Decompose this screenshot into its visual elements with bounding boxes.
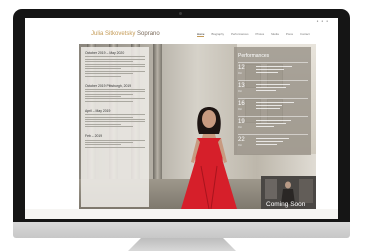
event-text-line bbox=[85, 61, 133, 63]
event-text-line bbox=[85, 91, 145, 93]
event-title: October 2019 – May 2020 bbox=[85, 51, 125, 55]
site-header: ● ● ● Julia Sitkovetsky Soprano Home Bio… bbox=[25, 18, 338, 44]
performance-month: Oct bbox=[238, 71, 242, 75]
performance-text-line bbox=[256, 144, 277, 145]
site-title[interactable]: Julia Sitkovetsky Soprano bbox=[91, 31, 160, 37]
performance-day: 16 bbox=[238, 101, 245, 107]
performance-text-line bbox=[256, 72, 278, 73]
performance-text-line bbox=[256, 87, 286, 88]
event-text-line bbox=[85, 56, 145, 58]
email-icon[interactable]: ● bbox=[326, 20, 328, 23]
event-text-line bbox=[85, 88, 145, 90]
site-title-role: Soprano bbox=[137, 31, 160, 37]
event-text-line bbox=[85, 98, 145, 100]
performance-month: Oct bbox=[238, 107, 242, 111]
nav-contact[interactable]: Contact bbox=[300, 32, 310, 37]
singer-portrait bbox=[181, 107, 237, 209]
performance-text-line bbox=[256, 66, 292, 67]
social-icons: ● ● ● bbox=[317, 20, 328, 23]
nav-performances[interactable]: Performances bbox=[231, 32, 248, 37]
performance-month: Oct bbox=[238, 89, 242, 93]
camera-dot bbox=[179, 12, 182, 15]
performance-item[interactable]: 12 Oct bbox=[238, 62, 308, 77]
performance-item[interactable]: 22 Oct bbox=[238, 134, 308, 149]
event-text-line bbox=[85, 58, 145, 60]
performances-panel: Performances 12 Oct 13 Oct 16 Oct 19 Oct bbox=[234, 47, 311, 155]
twitter-icon[interactable]: ● bbox=[321, 20, 323, 23]
event-text-line bbox=[85, 139, 145, 141]
performance-month: Oct bbox=[238, 143, 242, 147]
performance-day: 22 bbox=[238, 137, 245, 143]
performance-item[interactable]: 16 Oct bbox=[238, 98, 308, 113]
event-item[interactable]: April – May 2019 bbox=[85, 108, 145, 128]
performance-text-line bbox=[256, 84, 290, 85]
performance-text-line bbox=[256, 69, 284, 70]
performance-text-line bbox=[256, 138, 289, 139]
performance-day: 12 bbox=[238, 65, 245, 71]
nav-biography[interactable]: Biography bbox=[211, 32, 224, 37]
coming-soon-label: Coming Soon bbox=[266, 201, 306, 208]
event-text-line bbox=[85, 144, 121, 146]
event-item[interactable]: October 2019 Pittsburgh, 2019 bbox=[85, 84, 145, 102]
event-text-line bbox=[85, 146, 145, 148]
event-text-line bbox=[85, 96, 121, 98]
performance-text-line bbox=[256, 126, 274, 127]
events-panel: October 2019 – May 2020 October 2019 Pit… bbox=[81, 47, 149, 207]
performance-item[interactable]: 19 Oct bbox=[238, 116, 308, 131]
event-text-line bbox=[85, 93, 133, 95]
event-item[interactable]: Feb – 2019 bbox=[85, 134, 145, 148]
performance-text-line bbox=[256, 102, 294, 103]
event-text-line bbox=[85, 126, 133, 128]
nav-media[interactable]: Media bbox=[271, 32, 279, 37]
event-text-line bbox=[85, 121, 145, 123]
performance-month: Oct bbox=[238, 125, 242, 129]
performance-text-line bbox=[256, 123, 286, 124]
performance-text-line bbox=[256, 105, 282, 106]
event-item[interactable]: October 2019 – May 2020 bbox=[85, 51, 145, 77]
event-text-line bbox=[85, 123, 121, 125]
website-screen: ● ● ● Julia Sitkovetsky Soprano Home Bio… bbox=[25, 18, 338, 219]
event-text-line bbox=[85, 73, 133, 75]
event-text-line bbox=[85, 75, 121, 77]
event-title: April – May 2019 bbox=[85, 108, 111, 113]
monitor-stand bbox=[128, 238, 236, 251]
performance-text-line bbox=[256, 90, 276, 91]
event-text-line bbox=[85, 114, 145, 116]
coming-soon-tile[interactable]: Coming Soon bbox=[261, 176, 316, 209]
event-text-line bbox=[85, 65, 145, 67]
event-text-line bbox=[85, 141, 133, 143]
event-text-line bbox=[85, 70, 145, 72]
monitor-chin bbox=[13, 222, 350, 238]
event-text-line bbox=[85, 100, 133, 102]
nav-photos[interactable]: Photos bbox=[256, 32, 265, 37]
site-footer bbox=[25, 209, 338, 219]
performance-text-line bbox=[256, 108, 280, 109]
performance-day: 13 bbox=[238, 83, 245, 89]
nav-home[interactable]: Home bbox=[197, 32, 205, 37]
event-title: October 2019 Pittsburgh, 2019 bbox=[85, 83, 132, 88]
performances-heading: Performances bbox=[238, 53, 270, 59]
event-text-line bbox=[85, 63, 145, 65]
event-text-line bbox=[85, 119, 145, 121]
event-text-line bbox=[85, 68, 121, 70]
nav-press[interactable]: Press bbox=[286, 32, 293, 37]
performance-text-line bbox=[256, 141, 283, 142]
event-text-line bbox=[85, 116, 133, 118]
event-title: Feb – 2019 bbox=[85, 134, 103, 139]
performance-day: 19 bbox=[238, 119, 245, 125]
main-nav: Home Biography Performances Photos Media… bbox=[197, 32, 310, 37]
facebook-icon[interactable]: ● bbox=[317, 20, 319, 23]
performance-item[interactable]: 13 Oct bbox=[238, 80, 308, 95]
performance-text-line bbox=[256, 120, 291, 121]
site-title-name: Julia Sitkovetsky bbox=[91, 31, 136, 37]
